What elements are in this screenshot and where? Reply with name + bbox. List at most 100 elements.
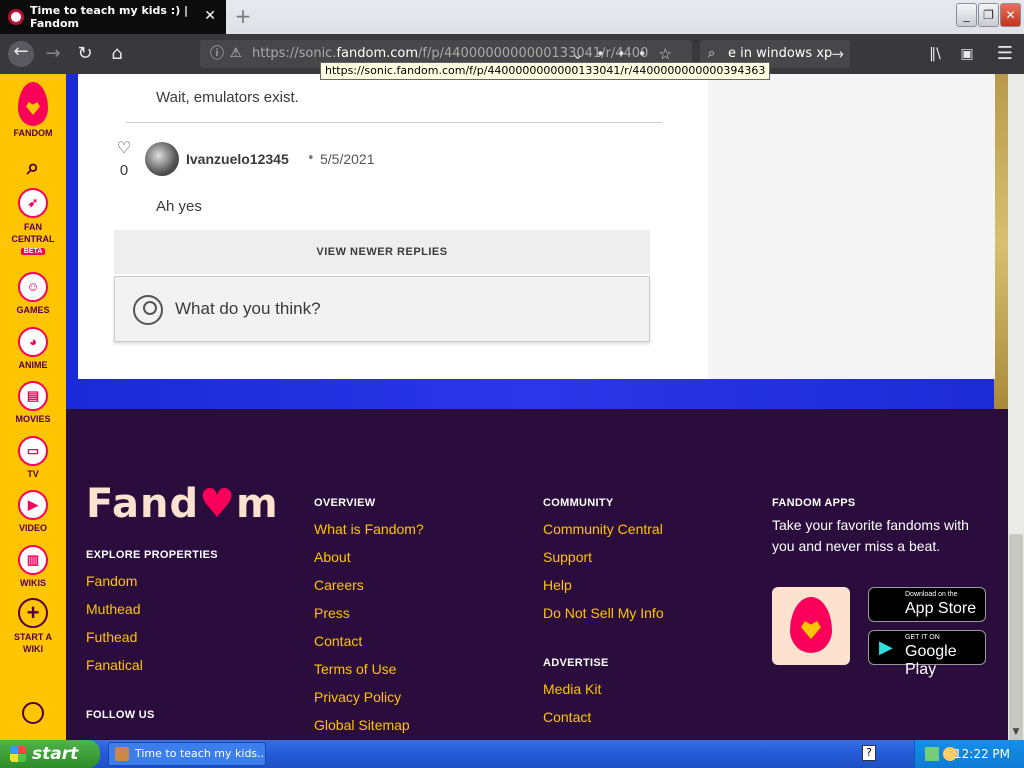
heart-icon[interactable]: ♡ <box>114 138 134 157</box>
sidebar-item-label: START A WIKI <box>14 632 52 654</box>
insecure-lock-icon[interactable]: ⚠ <box>230 40 242 68</box>
home-icon[interactable]: ⌂ <box>106 43 128 65</box>
more-dots-icon[interactable]: ••• <box>596 45 659 63</box>
logo-text: m <box>235 481 279 527</box>
footer-link[interactable]: Help <box>543 577 572 593</box>
library-icon[interactable]: ‖\ <box>924 43 946 65</box>
fandom-wordmark[interactable]: Fand♥m <box>86 481 279 527</box>
footer-link[interactable]: Privacy Policy <box>314 689 401 705</box>
footer-link[interactable]: Press <box>314 605 350 621</box>
windows-flag-icon <box>10 746 26 762</box>
flame-icon: ♥ <box>199 481 236 527</box>
sidebar-item-games[interactable]: ☺ GAMES <box>0 272 66 315</box>
tab-title: Time to teach my kids :) | Fandom <box>30 4 189 30</box>
right-rail <box>708 74 995 379</box>
sidebar-item-label: ANIME <box>18 360 48 370</box>
hamburger-menu-icon[interactable]: ☰ <box>994 43 1016 65</box>
sidebar-item-label: VIDEO <box>18 523 47 533</box>
url-tooltip: https://sonic.fandom.com/f/p/44000000000… <box>320 62 771 80</box>
appstore-big: App Store <box>905 600 977 617</box>
restore-button[interactable]: ❐ <box>978 3 999 27</box>
sidebar-item-video[interactable]: ▶ VIDEO <box>0 490 66 533</box>
user-avatar-icon <box>133 295 163 325</box>
logo-text: Fand <box>86 481 200 527</box>
tab-close-icon[interactable]: ✕ <box>204 8 216 24</box>
sidebar-item-label: MOVIES <box>15 414 51 424</box>
footer-link[interactable]: Careers <box>314 577 364 593</box>
advertise-heading: ADVERTISE <box>543 657 609 669</box>
background-art-edge <box>994 74 1008 409</box>
sidebar-item-wikis[interactable]: ▥ WIKIS <box>0 545 66 588</box>
fandom-apps-heading: FANDOM APPS <box>772 497 856 509</box>
sidebar-item-start-a-wiki[interactable]: + START A WIKI <box>0 598 66 655</box>
footer-link[interactable]: Global Sitemap <box>314 717 410 733</box>
book-icon: ▥ <box>18 545 48 575</box>
minimize-button[interactable]: _ <box>956 3 977 27</box>
footer-link[interactable]: Fanatical <box>86 657 143 673</box>
footer-link[interactable]: Contact <box>543 709 591 725</box>
divider <box>126 122 662 123</box>
info-icon[interactable]: ⓘ <box>210 40 224 68</box>
footer-link[interactable]: Support <box>543 549 592 565</box>
sidebar-item-movies[interactable]: ▤ MOVIES <box>0 381 66 424</box>
play-icon: ▶ <box>18 490 48 520</box>
clapperboard-icon: ▤ <box>18 381 48 411</box>
follow-us-heading: FOLLOW US <box>86 709 155 721</box>
app-store-button[interactable]: Download on the App Store <box>868 587 986 622</box>
tv-icon: ▭ <box>18 436 48 466</box>
appstore-small: Download on the <box>905 591 958 598</box>
new-tab-button[interactable]: + <box>233 4 253 28</box>
browser-tab[interactable]: Time to teach my kids :) | Fandom ✕ <box>0 0 226 34</box>
google-play-button[interactable]: ▶ GET IT ON Google Play <box>868 630 986 678</box>
search-go-arrow-icon[interactable]: → <box>831 40 844 68</box>
start-button[interactable]: start <box>0 740 100 768</box>
footer-link[interactable]: What is Fandom? <box>314 521 424 537</box>
fandom-app-icon[interactable] <box>772 587 850 665</box>
reply-composer[interactable]: What do you think? <box>114 276 650 342</box>
overview-heading: OVERVIEW <box>314 497 376 509</box>
network-icon[interactable] <box>925 747 939 761</box>
close-window-button[interactable]: ✕ <box>1000 3 1021 27</box>
window-titlebar: Time to teach my kids :) | Fandom ✕ + _ … <box>0 0 1024 34</box>
google-play-icon: ▶ <box>879 637 893 657</box>
bookmark-star-icon[interactable]: ☆ <box>659 45 684 63</box>
footer-link[interactable]: Do Not Sell My Info <box>543 605 664 621</box>
reload-icon[interactable]: ↻ <box>74 43 96 65</box>
fandom-global-nav: FANDOM ⌕ ➶ FAN CENTRAL BETA ☺ GAMES ◕ AN… <box>0 74 66 740</box>
footer-link[interactable]: Media Kit <box>543 681 601 697</box>
chevron-down-icon[interactable]: ⌄ <box>571 45 596 63</box>
system-tray: 12:22 PM <box>914 740 1024 768</box>
taskbar-window-button[interactable]: Time to teach my kids... <box>108 742 266 766</box>
url-host: fandom.com <box>336 46 419 61</box>
fandom-favicon-icon <box>8 9 24 25</box>
page-scrollbar[interactable]: ▼ <box>1008 74 1024 764</box>
sidebar-item-label: WIKIS <box>20 578 46 588</box>
footer-link[interactable]: Contact <box>314 633 362 649</box>
footer-link[interactable]: Community Central <box>543 521 663 537</box>
footer-link[interactable]: Fandom <box>86 573 137 589</box>
googleplay-big: Google Play <box>905 643 957 678</box>
fandom-logo[interactable]: FANDOM <box>0 82 66 138</box>
footer-link[interactable]: Terms of Use <box>314 661 396 677</box>
clock[interactable]: 12:22 PM <box>954 740 1010 768</box>
scroll-down-arrow-icon[interactable]: ▼ <box>1008 724 1024 740</box>
sidebar-item-fan-central[interactable]: ➶ FAN CENTRAL BETA <box>0 188 66 255</box>
search-icon[interactable]: ⌕ <box>0 154 66 180</box>
sidebar-item-tv[interactable]: ▭ TV <box>0 436 66 479</box>
sidebar-toggle-icon[interactable]: ▣ <box>956 43 978 65</box>
view-newer-replies-button[interactable]: VIEW NEWER REPLIES <box>114 230 650 274</box>
avatar[interactable] <box>145 142 179 176</box>
forward-arrow-icon[interactable]: → <box>42 43 64 65</box>
plus-circle-icon: + <box>18 598 48 628</box>
user-account-icon[interactable] <box>0 702 66 724</box>
help-icon[interactable]: ? <box>862 745 876 761</box>
task-label: Time to teach my kids... <box>135 747 266 760</box>
back-arrow-icon[interactable]: ← <box>8 41 34 67</box>
username-link[interactable]: Ivanzuelo12345 <box>186 151 289 167</box>
rocket-icon: ➶ <box>18 188 48 218</box>
footer-link[interactable]: Futhead <box>86 629 137 645</box>
footer-link[interactable]: Muthead <box>86 601 140 617</box>
footer-link[interactable]: About <box>314 549 351 565</box>
sidebar-item-anime[interactable]: ◕ ANIME <box>0 327 66 370</box>
googleplay-small: GET IT ON <box>905 634 940 641</box>
